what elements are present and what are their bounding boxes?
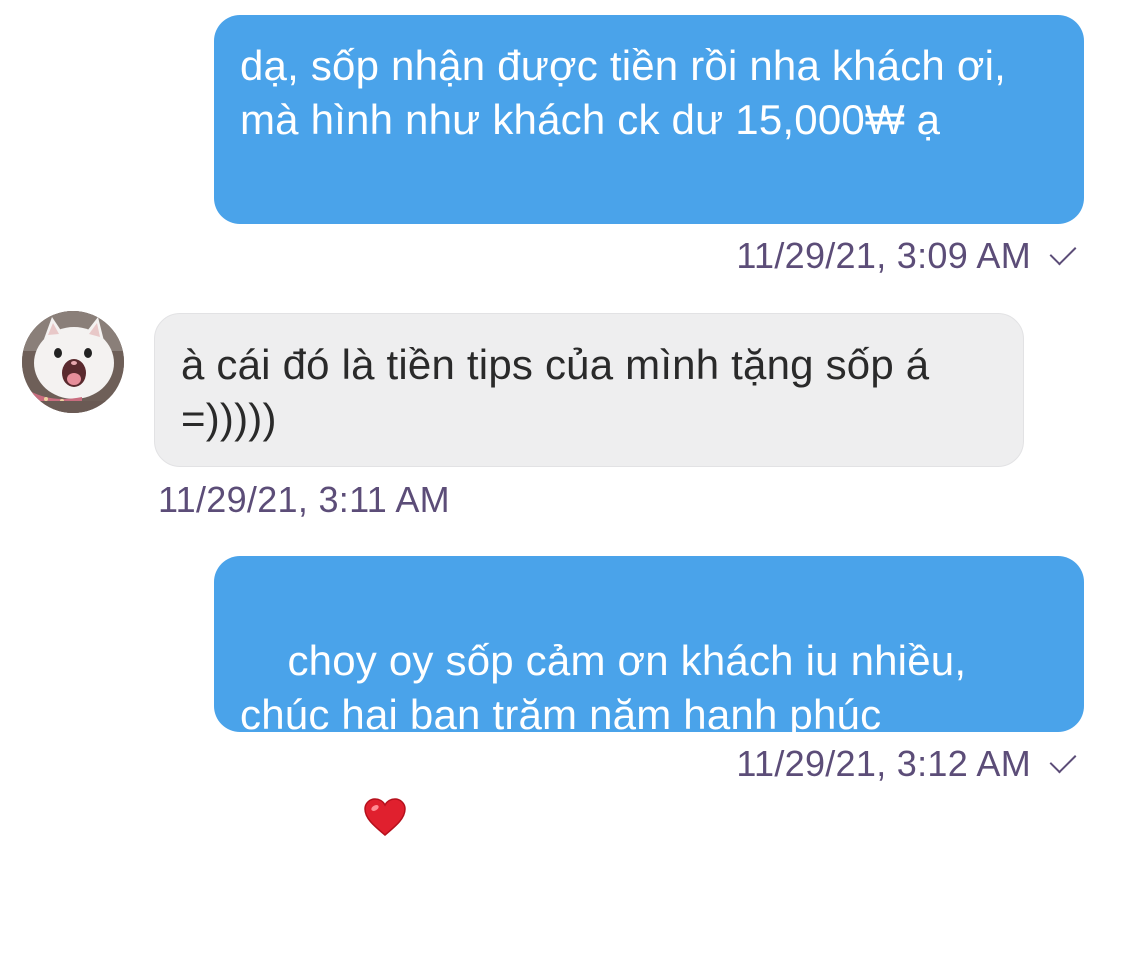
check-icon <box>1049 746 1077 774</box>
message-text: dạ, sốp nhận được tiền rồi nha khách ơi,… <box>240 42 1018 143</box>
check-icon <box>1049 238 1077 266</box>
message-timestamp: 11/29/21, 3:09 AM <box>736 235 1031 276</box>
message-text: choy oy sốp cảm ơn khách iu nhiều, chúc … <box>240 637 979 738</box>
message-meta: 11/29/21, 3:11 AM <box>158 478 450 522</box>
red-heart-icon <box>291 742 406 904</box>
message-meta: 11/29/21, 3:09 AM <box>736 234 1077 278</box>
message-text: à cái đó là tiền tips của mình tặng sốp … <box>181 341 942 442</box>
white-cat-avatar <box>22 311 124 413</box>
incoming-message-bubble[interactable]: à cái đó là tiền tips của mình tặng sốp … <box>154 313 1024 467</box>
message-timestamp: 11/29/21, 3:11 AM <box>158 479 450 520</box>
message-timestamp: 11/29/21, 3:12 AM <box>736 743 1031 784</box>
outgoing-message-bubble[interactable]: dạ, sốp nhận được tiền rồi nha khách ơi,… <box>214 15 1084 224</box>
outgoing-message-bubble[interactable]: choy oy sốp cảm ơn khách iu nhiều, chúc … <box>214 556 1084 836</box>
message-meta: 11/29/21, 3:12 AM <box>736 742 1077 786</box>
contact-avatar[interactable] <box>22 311 124 413</box>
